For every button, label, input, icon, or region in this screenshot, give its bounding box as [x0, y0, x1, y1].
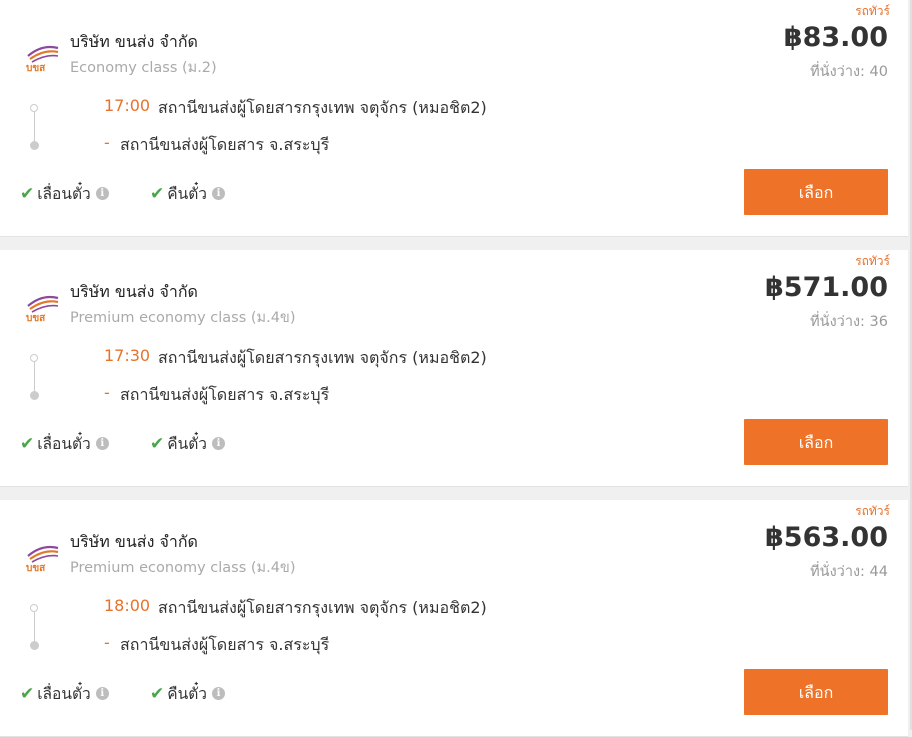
reschedule-feature: ✔ เลื่อนตั๋ว i: [20, 681, 109, 706]
refund-label: คืนตั๋ว: [167, 685, 207, 703]
bus-company-logo: บขส: [26, 45, 59, 72]
reschedule-label: เลื่อนตั๋ว: [37, 685, 91, 703]
refund-feature: ✔ คืนตั๋ว i: [150, 431, 225, 456]
price: ฿83.00: [783, 22, 888, 53]
trip-card: รถทัวร์ บขส บริษัท ขนส่ง จำกัด Premium e…: [0, 500, 908, 737]
origin-dot: [30, 104, 38, 112]
origin-dot: [30, 604, 38, 612]
destination-dot: [30, 391, 39, 400]
departure-time: 17:00: [104, 96, 151, 115]
bus-type-tag: รถทัวร์: [855, 254, 890, 268]
route-line: [34, 612, 35, 642]
svg-text:บขส: บขส: [26, 313, 46, 322]
departure-station: สถานีขนส่งผู้โดยสารกรุงเทพ จตุจักร (หมอช…: [158, 348, 487, 367]
departure-station: สถานีขนส่งผู้โดยสารกรุงเทพ จตุจักร (หมอช…: [158, 98, 487, 117]
select-button[interactable]: เลือก: [744, 419, 888, 465]
trip-list: รถทัวร์ บขส บริษัท ขนส่ง จำกัด Economy c…: [0, 0, 910, 737]
destination-dot: [30, 141, 39, 150]
refund-feature: ✔ คืนตั๋ว i: [150, 681, 225, 706]
destination-dot: [30, 641, 39, 650]
reschedule-feature: ✔ เลื่อนตั๋ว i: [20, 181, 109, 206]
info-icon[interactable]: i: [211, 687, 225, 700]
info-icon[interactable]: i: [95, 187, 109, 200]
check-icon: ✔: [150, 183, 165, 204]
company-name: บริษัท ขนส่ง จำกัด: [70, 532, 198, 551]
departure-station: สถานีขนส่งผู้โดยสารกรุงเทพ จตุจักร (หมอช…: [158, 598, 487, 617]
company-name: บริษัท ขนส่ง จำกัด: [70, 282, 198, 301]
reschedule-feature: ✔ เลื่อนตั๋ว i: [20, 431, 109, 456]
check-icon: ✔: [150, 433, 165, 454]
bus-company-logo: บขส: [26, 295, 59, 322]
price: ฿571.00: [765, 272, 888, 303]
refund-label: คืนตั๋ว: [167, 185, 207, 203]
seat-class: Economy class (ม.2): [70, 60, 217, 76]
info-icon[interactable]: i: [95, 687, 109, 700]
arrival-dash: -: [104, 133, 110, 152]
check-icon: ✔: [20, 433, 35, 454]
refund-label: คืนตั๋ว: [167, 435, 207, 453]
check-icon: ✔: [150, 683, 165, 704]
arrival-station: สถานีขนส่งผู้โดยสาร จ.สระบุรี: [120, 635, 330, 654]
arrival-station: สถานีขนส่งผู้โดยสาร จ.สระบุรี: [120, 135, 330, 154]
info-icon[interactable]: i: [95, 437, 109, 450]
origin-dot: [30, 354, 38, 362]
departure-time: 17:30: [104, 346, 151, 365]
available-seats: ที่นั่งว่าง: 36: [810, 314, 888, 330]
route-timeline: [29, 604, 41, 650]
available-seats: ที่นั่งว่าง: 44: [810, 564, 888, 580]
refund-feature: ✔ คืนตั๋ว i: [150, 181, 225, 206]
bus-company-logo: บขส: [26, 545, 59, 572]
bus-type-tag: รถทัวร์: [855, 4, 890, 18]
company-name: บริษัท ขนส่ง จำกัด: [70, 32, 198, 51]
info-icon[interactable]: i: [211, 187, 225, 200]
check-icon: ✔: [20, 183, 35, 204]
select-button[interactable]: เลือก: [744, 169, 888, 215]
arrival-dash: -: [104, 633, 110, 652]
seat-class: Premium economy class (ม.4ข): [70, 560, 296, 576]
seat-class: Premium economy class (ม.4ข): [70, 310, 296, 326]
trip-card: รถทัวร์ บขส บริษัท ขนส่ง จำกัด Premium e…: [0, 250, 908, 487]
route-timeline: [29, 104, 41, 150]
reschedule-label: เลื่อนตั๋ว: [37, 435, 91, 453]
check-icon: ✔: [20, 683, 35, 704]
arrival-station: สถานีขนส่งผู้โดยสาร จ.สระบุรี: [120, 385, 330, 404]
svg-text:บขส: บขส: [26, 563, 46, 572]
select-button[interactable]: เลือก: [744, 669, 888, 715]
departure-time: 18:00: [104, 596, 151, 615]
svg-text:บขส: บขส: [26, 63, 46, 72]
trip-card: รถทัวร์ บขส บริษัท ขนส่ง จำกัด Economy c…: [0, 0, 908, 237]
bus-type-tag: รถทัวร์: [855, 504, 890, 518]
route-line: [34, 362, 35, 392]
reschedule-label: เลื่อนตั๋ว: [37, 185, 91, 203]
route-line: [34, 112, 35, 142]
arrival-dash: -: [104, 383, 110, 402]
info-icon[interactable]: i: [211, 437, 225, 450]
route-timeline: [29, 354, 41, 400]
price: ฿563.00: [765, 522, 888, 553]
available-seats: ที่นั่งว่าง: 40: [810, 64, 888, 80]
